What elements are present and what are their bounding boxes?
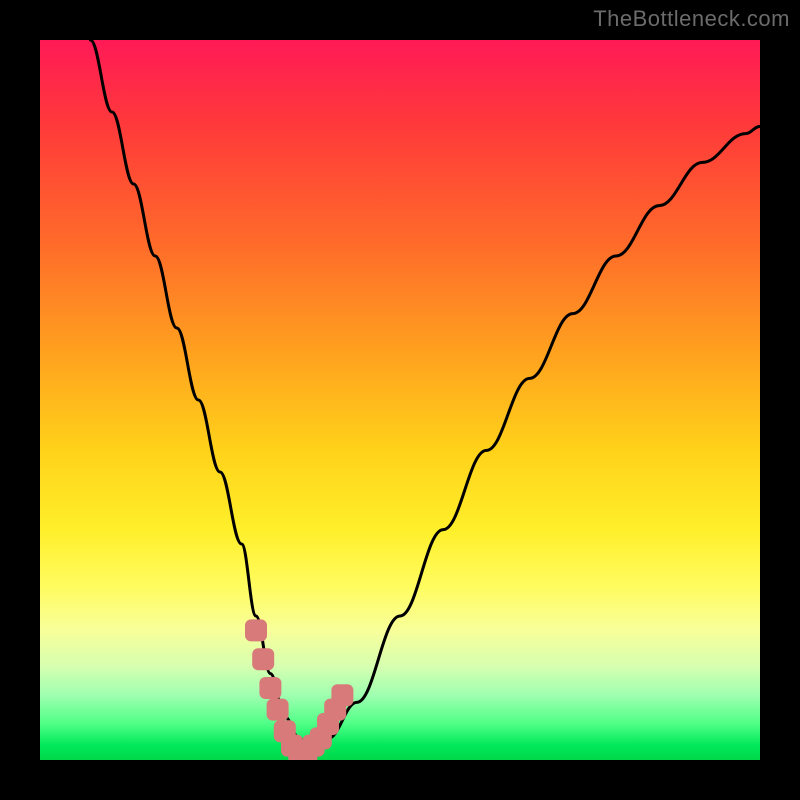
chart-svg: [40, 40, 760, 760]
chart-frame: TheBottleneck.com: [0, 0, 800, 800]
highlight-marker: [259, 677, 281, 699]
highlight-markers-group: [245, 619, 353, 760]
highlight-marker: [252, 648, 274, 670]
bottleneck-curve: [90, 40, 760, 753]
watermark-text: TheBottleneck.com: [593, 6, 790, 32]
highlight-marker: [331, 684, 353, 706]
plot-area: [40, 40, 760, 760]
highlight-marker: [245, 619, 267, 641]
highlight-marker: [267, 699, 289, 721]
